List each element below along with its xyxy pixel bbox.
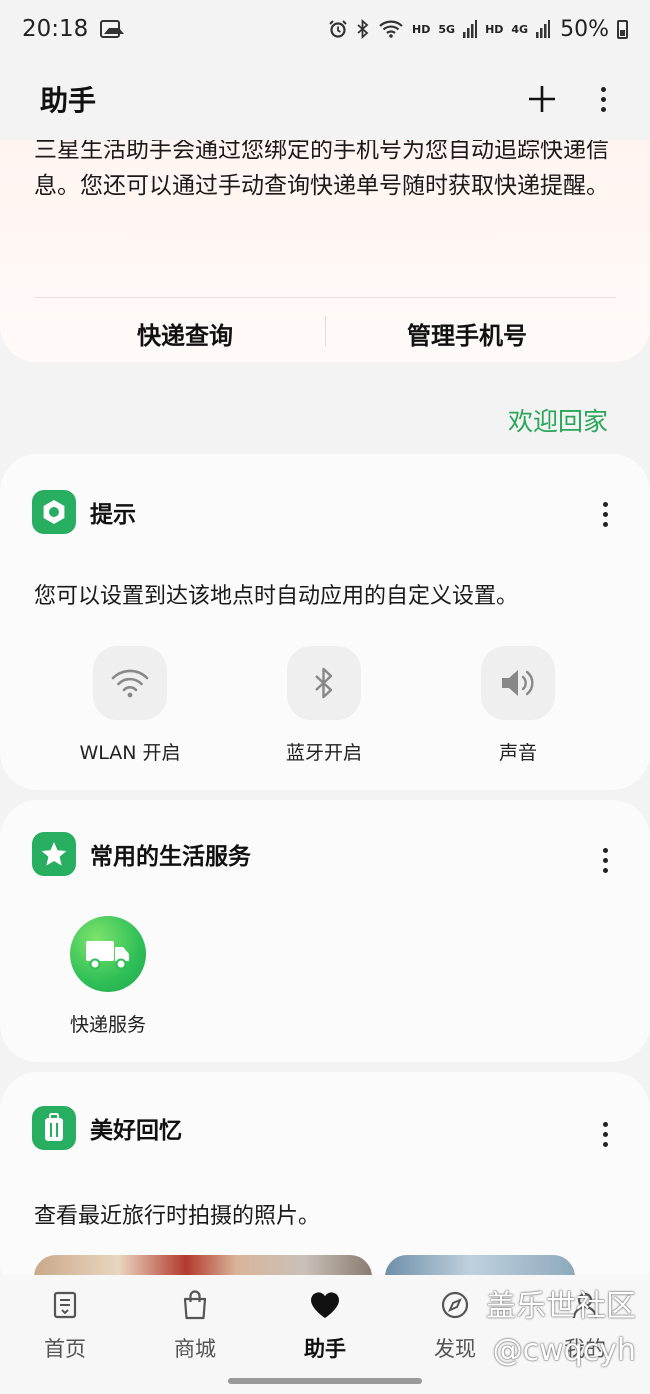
more-options-icon[interactable] <box>597 83 610 116</box>
services-more-icon[interactable] <box>599 844 612 877</box>
parcel-service-label: 快递服务 <box>69 1014 146 1036</box>
home-icon <box>0 1289 130 1321</box>
nav-assistant[interactable]: 助手 <box>260 1289 390 1363</box>
tips-title: 提示 <box>90 502 136 528</box>
watermark-line-2: @cwqcyh <box>492 1333 636 1368</box>
network-4g: 4G <box>511 22 529 36</box>
common-services-title: 常用的生活服务 <box>90 844 251 870</box>
welcome-home-link[interactable]: 欢迎回家 <box>508 402 608 438</box>
signal-icon-2 <box>536 20 551 38</box>
sound-toggle[interactable]: 声音 <box>428 646 608 765</box>
status-time: 20:18 <box>22 16 89 42</box>
gallery-icon <box>100 20 125 38</box>
wlan-toggle[interactable]: WLAN 开启 <box>40 646 220 765</box>
hd-badge-2: HD <box>485 22 504 36</box>
sound-label: 声音 <box>498 742 537 764</box>
battery-percent: 50% <box>560 16 609 42</box>
parcel-service-item[interactable]: 快递服务 <box>58 916 158 1037</box>
nav-home-label: 首页 <box>44 1337 86 1361</box>
wlan-label: WLAN 开启 <box>79 742 181 764</box>
bluetooth-toggle[interactable]: 蓝牙开启 <box>234 646 414 765</box>
nav-assistant-label: 助手 <box>304 1337 346 1361</box>
home-indicator[interactable] <box>228 1378 422 1384</box>
tips-description: 您可以设置到达该地点时自动应用的自定义设置。 <box>34 584 519 609</box>
parcel-query-button[interactable]: 快递查询 <box>40 316 330 351</box>
memories-more-icon[interactable] <box>599 1118 612 1151</box>
manage-phone-button[interactable]: 管理手机号 <box>322 316 612 351</box>
bluetooth-status-icon <box>357 19 369 39</box>
star-badge-icon <box>32 832 76 876</box>
wifi-status-icon <box>379 20 403 38</box>
hd-badge-1: HD <box>412 22 431 36</box>
community-watermark: 盖乐世社区 @cwqcyh <box>486 1285 636 1373</box>
battery-icon <box>617 19 628 39</box>
memories-card: 美好回忆 查看最近旅行时拍摄的照片。 <box>0 1072 650 1302</box>
add-icon[interactable] <box>527 84 557 114</box>
parcel-tracking-description: 三星生活助手会通过您绑定的手机号为您自动追踪快递信息。您还可以通过手动查询快递单… <box>34 137 609 199</box>
common-services-card: 常用的生活服务 快递服务 <box>0 800 650 1062</box>
app-bar: 助手 <box>0 58 650 140</box>
tips-badge-icon <box>32 490 76 534</box>
tips-card: 提示 您可以设置到达该地点时自动应用的自定义设置。 WLAN 开启 蓝牙开启 声… <box>0 454 650 790</box>
memories-description: 查看最近旅行时拍摄的照片。 <box>34 1204 321 1229</box>
status-bar: 20:18 HD 5G HD 4G 50% <box>0 0 650 58</box>
shopping-bag-icon <box>130 1289 260 1321</box>
tips-more-icon[interactable] <box>599 498 612 531</box>
signal-icon-1 <box>463 20 478 38</box>
alarm-icon <box>329 20 347 38</box>
nav-shop-label: 商城 <box>174 1337 216 1361</box>
wifi-icon <box>93 646 167 720</box>
nav-shop[interactable]: 商城 <box>130 1289 260 1363</box>
watermark-line-1: 盖乐世社区 <box>486 1289 636 1324</box>
memories-title: 美好回忆 <box>90 1118 182 1144</box>
page-title: 助手 <box>40 84 97 117</box>
bluetooth-icon <box>287 646 361 720</box>
suitcase-badge-icon <box>32 1106 76 1150</box>
nav-home[interactable]: 首页 <box>0 1289 130 1363</box>
divider <box>34 297 616 298</box>
network-5g: 5G <box>438 22 456 36</box>
truck-icon <box>70 916 146 992</box>
speaker-icon <box>481 646 555 720</box>
heart-icon <box>260 1289 390 1321</box>
parcel-tracking-card: 三星生活助手会通过您绑定的手机号为您自动追踪快递信息。您还可以通过手动查询快递单… <box>0 130 650 362</box>
status-icons: HD 5G HD 4G 50% <box>328 17 628 42</box>
bluetooth-label: 蓝牙开启 <box>285 742 362 764</box>
